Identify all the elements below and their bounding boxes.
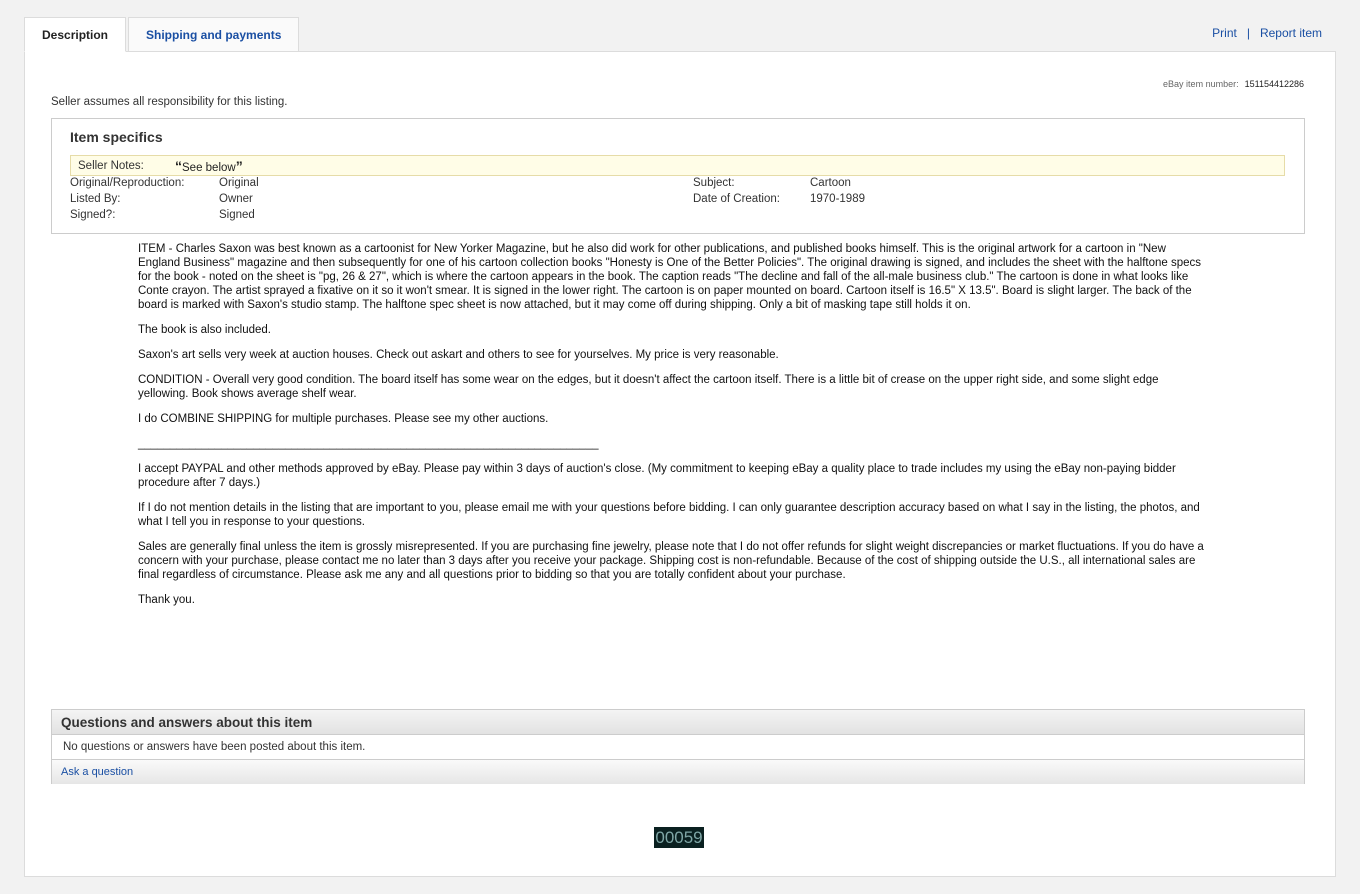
item-specifics-title: Item specifics <box>70 129 163 145</box>
spec-label: Listed By: <box>70 193 121 205</box>
description-paragraph: Thank you. <box>138 594 195 606</box>
description-paragraph: I accept PAYPAL and other methods approv… <box>138 463 1176 489</box>
open-quote: “ <box>175 157 182 174</box>
spec-value: Owner <box>219 193 253 205</box>
report-item-link[interactable]: Report item <box>1260 26 1322 40</box>
item-specifics: Item specifics Seller Notes: “See below”… <box>51 118 1305 234</box>
spec-value: 1970-1989 <box>810 193 865 205</box>
spec-label: Signed?: <box>70 209 116 221</box>
description-paragraph: CONDITION - Overall very good condition.… <box>138 374 1159 400</box>
description-paragraph: I do COMBINE SHIPPING for multiple purch… <box>138 413 549 425</box>
item-number-value: 151154412286 <box>1244 79 1304 89</box>
divider-rule: ________________________________________… <box>138 438 599 450</box>
seller-notes-text: See below <box>182 161 236 174</box>
spec-label: Subject: <box>693 177 735 189</box>
questions-and-answers: Questions and answers about this item No… <box>51 709 1305 784</box>
spec-value: Cartoon <box>810 177 851 189</box>
tab-description[interactable]: Description <box>24 17 127 52</box>
description-paragraph: ITEM - Charles Saxon was best known as a… <box>138 243 1202 311</box>
qa-footer: Ask a question <box>52 760 1304 784</box>
link-separator: | <box>1246 26 1250 40</box>
item-number: eBay item number: 151154412286 <box>1163 79 1304 89</box>
seller-notes-value: “See below” <box>175 158 243 174</box>
spec-value: Original <box>219 177 259 189</box>
spec-label: Original/Reproduction: <box>70 177 185 189</box>
print-link[interactable]: Print <box>1212 26 1237 40</box>
tab-bar: Description Shipping and payments <box>24 17 301 52</box>
item-description: ITEM - Charles Saxon was best known as a… <box>138 242 1208 618</box>
close-quote: ” <box>235 157 243 174</box>
ask-a-question-link[interactable]: Ask a question <box>61 766 133 778</box>
description-paragraph: Sales are generally final unless the ite… <box>138 541 1204 581</box>
visit-counter: 00059 <box>654 827 704 848</box>
tab-shipping-and-payments[interactable]: Shipping and payments <box>128 17 300 51</box>
item-number-label: eBay item number: <box>1163 79 1239 89</box>
description-panel: eBay item number: 151154412286 Seller ass… <box>24 51 1336 877</box>
seller-notes: Seller Notes: “See below” <box>70 155 1285 176</box>
description-paragraph: If I do not mention details in the listi… <box>138 502 1200 528</box>
qa-empty-message: No questions or answers have been posted… <box>52 735 1304 760</box>
qa-title: Questions and answers about this item <box>52 710 1304 735</box>
seller-notes-label: Seller Notes: <box>78 159 144 172</box>
description-paragraph: The book is also included. <box>138 324 271 336</box>
responsibility-note: Seller assumes all responsibility for th… <box>51 96 288 108</box>
spec-value: Signed <box>219 209 255 221</box>
top-links: Print | Report item <box>1212 26 1322 40</box>
description-paragraph: Saxon's art sells very week at auction h… <box>138 349 779 361</box>
spec-label: Date of Creation: <box>693 193 780 205</box>
